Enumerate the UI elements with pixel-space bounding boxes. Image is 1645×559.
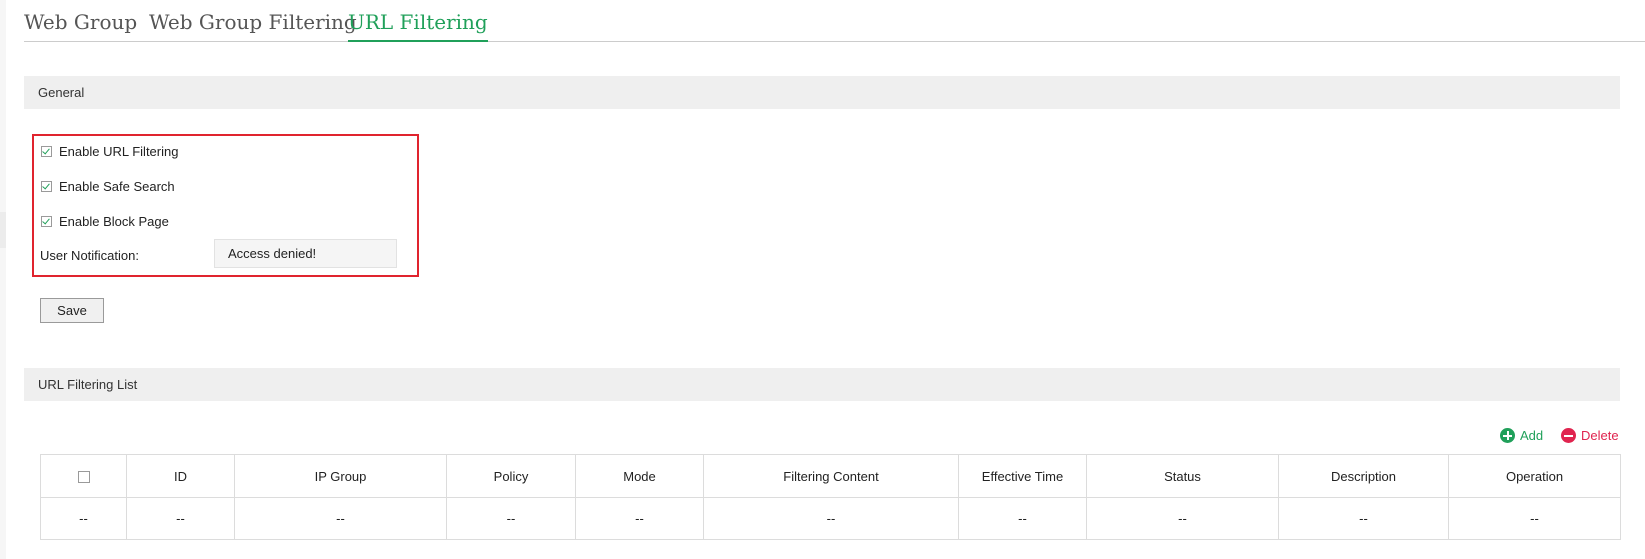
enable-safe-search-label: Enable Safe Search xyxy=(59,178,175,194)
enable-url-filtering-label: Enable URL Filtering xyxy=(59,143,179,159)
column-header-status[interactable]: Status xyxy=(1086,454,1279,498)
enable-block-page-row: Enable Block Page xyxy=(41,213,169,229)
column-header-filtering-content[interactable]: Filtering Content xyxy=(703,454,959,498)
general-section-header: General xyxy=(24,76,1620,109)
url-filtering-page: Web Group Web Group Filtering URL Filter… xyxy=(0,0,1645,559)
column-header-policy[interactable]: Policy xyxy=(446,454,576,498)
column-header-operation[interactable]: Operation xyxy=(1448,454,1621,498)
table-cell: -- xyxy=(126,497,235,540)
left-panel-edge xyxy=(0,0,6,559)
tab-url-filtering[interactable]: URL Filtering xyxy=(348,10,488,42)
enable-safe-search-row: Enable Safe Search xyxy=(41,178,175,194)
table-cell: -- xyxy=(958,497,1087,540)
table-cell: -- xyxy=(234,497,447,540)
add-circle-icon xyxy=(1500,428,1515,443)
enable-block-page-label: Enable Block Page xyxy=(59,213,169,229)
url-filtering-table: ID IP Group Policy Mode Filtering Conten… xyxy=(40,454,1621,540)
tab-web-group-filtering[interactable]: Web Group Filtering xyxy=(149,10,357,40)
tab-web-group[interactable]: Web Group xyxy=(24,10,137,40)
column-header-ip-group[interactable]: IP Group xyxy=(234,454,447,498)
add-button[interactable]: Add xyxy=(1500,428,1543,443)
user-notification-label: User Notification: xyxy=(40,248,139,263)
save-button[interactable]: Save xyxy=(40,298,104,323)
delete-circle-icon xyxy=(1561,428,1576,443)
column-header-description[interactable]: Description xyxy=(1278,454,1449,498)
delete-label: Delete xyxy=(1581,428,1619,443)
table-cell: -- xyxy=(703,497,959,540)
column-header-mode[interactable]: Mode xyxy=(575,454,704,498)
delete-button[interactable]: Delete xyxy=(1561,428,1619,443)
tab-bar: Web Group Web Group Filtering URL Filter… xyxy=(24,0,1645,42)
enable-url-filtering-row: Enable URL Filtering xyxy=(41,143,178,159)
enable-url-filtering-checkbox[interactable] xyxy=(41,145,52,157)
column-header-effective-time[interactable]: Effective Time xyxy=(958,454,1087,498)
select-all-cell xyxy=(40,454,127,498)
enable-safe-search-checkbox[interactable] xyxy=(41,180,52,192)
column-header-id[interactable]: ID xyxy=(126,454,235,498)
url-filtering-list-header: URL Filtering List xyxy=(24,368,1620,401)
left-panel-notch xyxy=(0,212,6,248)
table-cell: -- xyxy=(446,497,576,540)
table-cell: -- xyxy=(1278,497,1449,540)
table-header-row: ID IP Group Policy Mode Filtering Conten… xyxy=(40,454,1621,498)
select-all-checkbox[interactable] xyxy=(77,471,90,484)
table-cell: -- xyxy=(575,497,704,540)
table-cell: -- xyxy=(1086,497,1279,540)
add-label: Add xyxy=(1520,428,1544,443)
enable-block-page-checkbox[interactable] xyxy=(41,215,52,227)
table-cell: -- xyxy=(40,497,127,540)
table-row: -- -- -- -- -- -- -- -- -- -- xyxy=(40,497,1621,540)
table-cell: -- xyxy=(1448,497,1621,540)
user-notification-input[interactable] xyxy=(214,239,397,268)
